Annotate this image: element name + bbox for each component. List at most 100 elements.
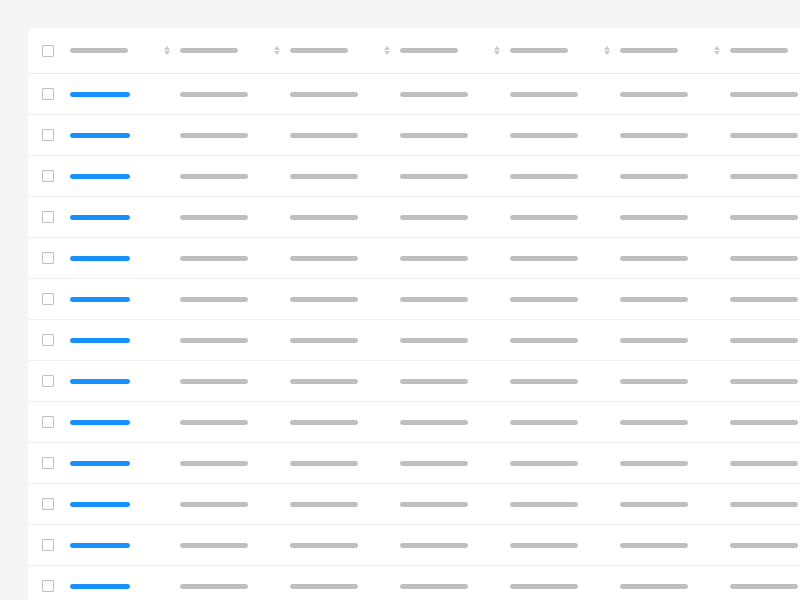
table-cell [730,543,800,548]
table-cell[interactable] [70,133,180,138]
table-cell [620,256,730,261]
table-cell[interactable] [70,215,180,220]
table-cell [510,338,620,343]
table-cell[interactable] [70,297,180,302]
sort-icon[interactable] [384,46,390,55]
row-checkbox[interactable] [42,129,54,141]
column-label-placeholder [620,48,678,53]
cell-link-placeholder [70,215,130,220]
table-cell [730,256,800,261]
table-row [28,525,800,566]
table-cell[interactable] [70,461,180,466]
cell-text-placeholder [510,543,578,548]
row-checkbox[interactable] [42,211,54,223]
row-checkbox[interactable] [42,498,54,510]
row-checkbox[interactable] [42,539,54,551]
table-row [28,279,800,320]
cell-link-placeholder [70,584,130,589]
table-cell [730,379,800,384]
table-cell [180,256,290,261]
column-header[interactable] [70,46,180,55]
table-cell [620,174,730,179]
table-row [28,361,800,402]
cell-text-placeholder [290,256,358,261]
row-checkbox[interactable] [42,293,54,305]
sort-icon[interactable] [164,46,170,55]
cell-link-placeholder [70,502,130,507]
column-header[interactable] [620,46,730,55]
cell-text-placeholder [620,297,688,302]
table-cell[interactable] [70,584,180,589]
row-checkbox-cell [42,375,70,387]
table-cell [290,461,400,466]
sort-icon[interactable] [494,46,500,55]
row-checkbox[interactable] [42,88,54,100]
table-cell[interactable] [70,502,180,507]
table-cell [290,420,400,425]
cell-text-placeholder [730,338,798,343]
table-cell [290,543,400,548]
cell-text-placeholder [510,92,578,97]
table-cell [510,92,620,97]
column-header[interactable] [400,46,510,55]
select-all-checkbox[interactable] [42,45,54,57]
table-cell[interactable] [70,420,180,425]
table-cell [510,543,620,548]
cell-text-placeholder [620,256,688,261]
sort-icon[interactable] [274,46,280,55]
column-label-placeholder [400,48,458,53]
cell-text-placeholder [620,543,688,548]
cell-text-placeholder [290,461,358,466]
cell-text-placeholder [730,256,798,261]
cell-text-placeholder [620,584,688,589]
table-cell[interactable] [70,174,180,179]
table-cell [290,584,400,589]
cell-text-placeholder [730,92,798,97]
table-cell[interactable] [70,543,180,548]
table-cell [180,133,290,138]
table-cell [620,584,730,589]
column-header[interactable] [730,46,800,55]
row-checkbox[interactable] [42,416,54,428]
cell-text-placeholder [620,215,688,220]
cell-text-placeholder [730,502,798,507]
table-cell [730,502,800,507]
row-checkbox[interactable] [42,252,54,264]
sort-icon[interactable] [714,46,720,55]
cell-text-placeholder [620,92,688,97]
column-label-placeholder [730,48,788,53]
sort-icon[interactable] [604,46,610,55]
row-checkbox-cell [42,539,70,551]
table-cell [730,92,800,97]
row-checkbox-cell [42,129,70,141]
table-cell [180,338,290,343]
table-cell [400,502,510,507]
row-checkbox[interactable] [42,334,54,346]
row-checkbox[interactable] [42,375,54,387]
table-cell[interactable] [70,256,180,261]
cell-text-placeholder [400,297,468,302]
table-cell [510,215,620,220]
table-cell [620,297,730,302]
table-cell [620,133,730,138]
table-cell [620,543,730,548]
cell-link-placeholder [70,133,130,138]
column-header[interactable] [290,46,400,55]
row-checkbox[interactable] [42,580,54,592]
table-row [28,74,800,115]
cell-text-placeholder [510,379,578,384]
row-checkbox-cell [42,498,70,510]
row-checkbox[interactable] [42,170,54,182]
cell-text-placeholder [180,420,248,425]
table-cell [290,133,400,138]
table-cell[interactable] [70,92,180,97]
table-cell[interactable] [70,338,180,343]
row-checkbox[interactable] [42,457,54,469]
column-header[interactable] [510,46,620,55]
table-cell [730,338,800,343]
table-row [28,402,800,443]
table-cell[interactable] [70,379,180,384]
table-cell [180,584,290,589]
column-header[interactable] [180,46,290,55]
cell-text-placeholder [290,174,358,179]
